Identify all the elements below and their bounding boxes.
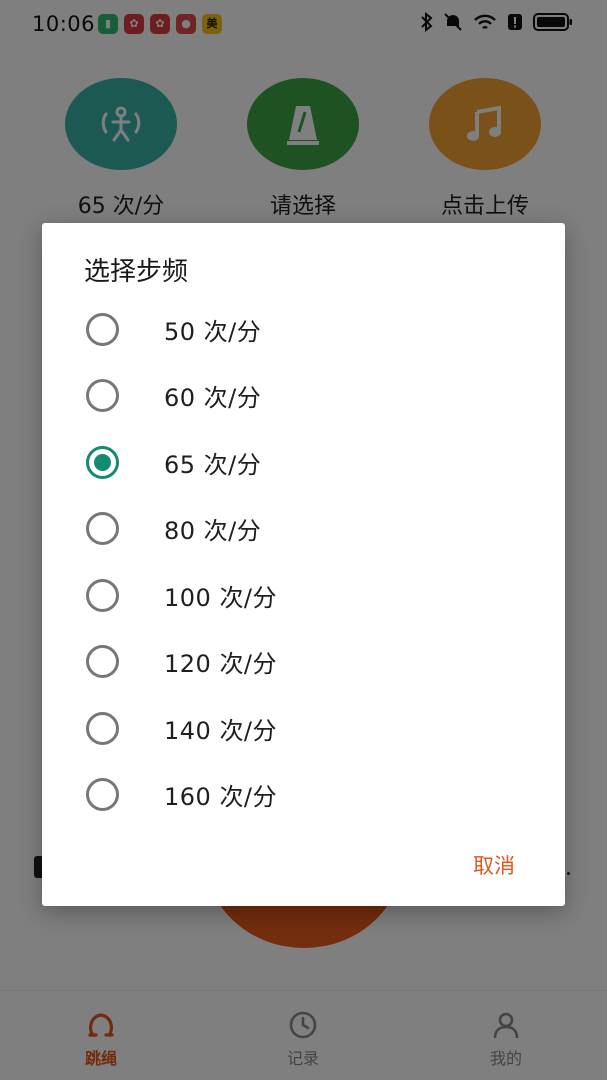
radio-button[interactable] [86,711,119,745]
option-60[interactable]: 60 次/分 [42,363,565,430]
option-label: 50 次/分 [164,317,262,346]
option-80[interactable]: 80 次/分 [42,496,565,563]
option-100[interactable]: 100 次/分 [42,562,565,629]
cadence-dialog: 选择步频 50 次/分 60 次/分 65 次/分 80 次/分 100 次/分 [42,223,565,906]
radio-button[interactable] [86,312,119,346]
dialog-title: 选择步频 [84,257,189,287]
option-label: 100 次/分 [164,583,278,612]
option-65[interactable]: 65 次/分 [42,429,565,496]
cancel-button[interactable]: 取消 [473,850,515,880]
cadence-options: 50 次/分 60 次/分 65 次/分 80 次/分 100 次/分 120 … [42,296,565,828]
option-label: 60 次/分 [164,384,262,413]
radio-button[interactable] [86,379,119,413]
option-label: 160 次/分 [164,783,278,812]
option-label: 80 次/分 [164,517,262,546]
option-label: 140 次/分 [164,716,278,745]
option-160[interactable]: 160 次/分 [42,762,565,829]
option-140[interactable]: 140 次/分 [42,695,565,762]
radio-button[interactable] [86,512,119,546]
radio-button[interactable] [86,778,119,812]
option-label: 65 次/分 [164,450,262,479]
screen: 10:06 ▮ ✿ ✿ ● 美 65 次/分 [0,0,607,1080]
option-50[interactable]: 50 次/分 [42,296,565,363]
option-label: 120 次/分 [164,650,278,679]
radio-button[interactable] [86,578,119,612]
option-120[interactable]: 120 次/分 [42,629,565,696]
radio-button[interactable] [86,445,119,479]
radio-button[interactable] [86,645,119,679]
